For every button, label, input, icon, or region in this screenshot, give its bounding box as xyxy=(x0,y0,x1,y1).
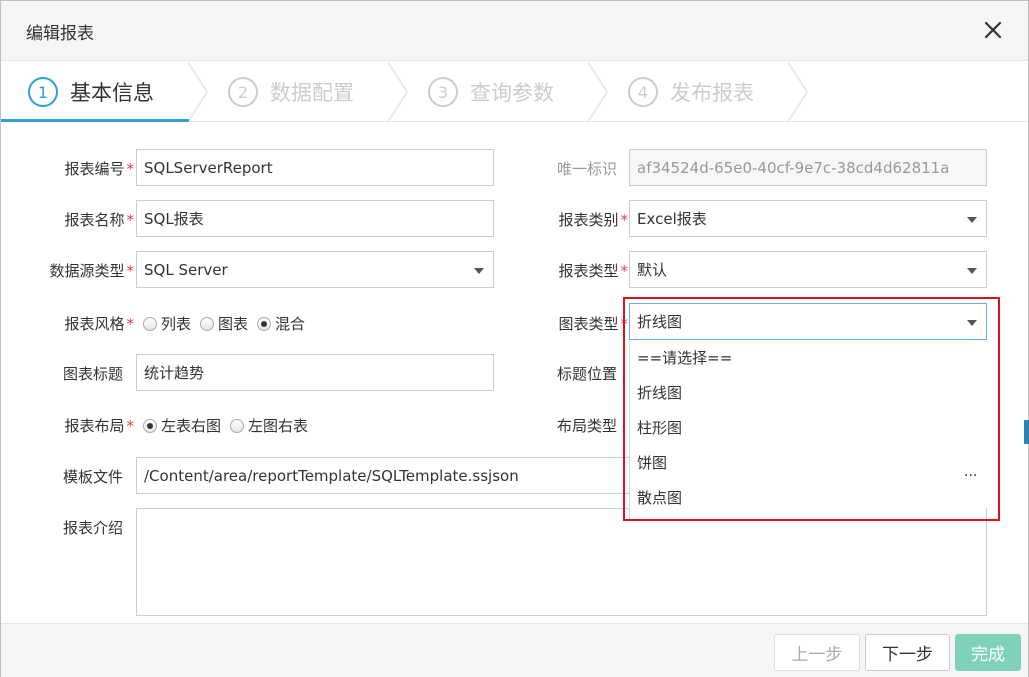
step-label: 基本信息 xyxy=(70,81,154,105)
dialog-title: 编辑报表 xyxy=(26,24,94,44)
report-name-label: 报表名称 * xyxy=(64,211,134,229)
step-label: 发布报表 xyxy=(670,81,754,105)
radio-mixed[interactable]: 混合 xyxy=(257,313,305,334)
dropdown-option[interactable]: ==请选择== xyxy=(630,341,986,376)
report-category-select[interactable]: Excel报表 xyxy=(629,200,987,237)
step-number: 1 xyxy=(28,77,58,107)
next-step-button[interactable]: 下一步 xyxy=(865,634,950,671)
datasource-type-select[interactable]: SQL Server xyxy=(136,251,494,288)
chevron-right-icon xyxy=(387,62,408,122)
step-number: 4 xyxy=(628,77,658,107)
description-label: 报表介绍 xyxy=(62,519,123,537)
prev-step-button[interactable]: 上一步 xyxy=(774,634,860,671)
chevron-down-icon xyxy=(474,268,484,274)
step-publish[interactable]: 4 发布报表 xyxy=(628,62,754,122)
unique-id-input: af34524d-65e0-40cf-9e7c-38cd4d62811a xyxy=(629,149,987,186)
report-style-radio-group: 列表 图表 混合 xyxy=(143,313,314,334)
report-name-input[interactable]: SQL报表 xyxy=(136,200,494,237)
chevron-down-icon xyxy=(967,320,977,326)
wizard-steps: 1 基本信息 2 数据配置 3 查询参数 4 发布报表 xyxy=(1,62,1028,122)
chevron-right-icon xyxy=(187,62,208,122)
chevron-right-icon xyxy=(587,62,608,122)
chart-type-select[interactable]: 折线图 xyxy=(629,303,987,340)
chevron-down-icon xyxy=(967,268,977,274)
template-file-input[interactable]: /Content/area/reportTemplate/SQLTemplate… xyxy=(136,457,629,494)
radio-chart-left-table-right[interactable]: 左图右表 xyxy=(230,415,308,436)
dialog-header: 编辑报表 xyxy=(1,1,1028,61)
dialog-footer: 上一步 下一步 完成 xyxy=(1,623,1028,677)
step-number: 2 xyxy=(228,77,258,107)
step-query-params[interactable]: 3 查询参数 xyxy=(428,62,554,122)
close-icon[interactable] xyxy=(980,15,1006,45)
step-label: 查询参数 xyxy=(470,81,554,105)
radio-button xyxy=(230,418,245,433)
step-number: 3 xyxy=(428,77,458,107)
radio-button-selected xyxy=(143,418,157,433)
radio-button xyxy=(143,316,157,331)
radio-button xyxy=(200,316,215,331)
background-edge xyxy=(1024,420,1029,444)
edit-report-dialog: 编辑报表 1 基本信息 2 数据配置 3 查询参数 4 发布报表 报表编号 * S… xyxy=(0,0,1029,677)
radio-chart[interactable]: 图表 xyxy=(200,313,248,334)
report-type-label: 报表类型 * xyxy=(558,262,628,280)
dropdown-option[interactable]: 折线图 xyxy=(630,376,986,411)
radio-list[interactable]: 列表 xyxy=(143,313,191,334)
chart-title-label: 图表标题 xyxy=(62,365,123,383)
report-category-label: 报表类别 * xyxy=(558,211,628,229)
layout-type-label: 布局类型 xyxy=(556,417,617,435)
report-layout-label: 报表布局 * xyxy=(64,417,134,435)
chart-type-label: 图表类型 * xyxy=(558,315,628,333)
radio-table-left-chart-right[interactable]: 左表右图 xyxy=(143,415,221,436)
report-style-label: 报表风格 * xyxy=(64,315,134,333)
chart-type-dropdown-list: ==请选择== 折线图 柱形图 饼图 散点图 xyxy=(629,341,986,519)
dropdown-option[interactable]: 饼图 xyxy=(630,446,986,481)
report-code-input[interactable]: SQLServerReport xyxy=(136,149,494,186)
datasource-type-label: 数据源类型 * xyxy=(49,262,134,280)
report-code-label: 报表编号 * xyxy=(64,160,134,178)
template-file-label: 模板文件 xyxy=(62,468,123,486)
finish-button[interactable]: 完成 xyxy=(955,634,1021,671)
chevron-right-icon xyxy=(787,62,808,122)
report-type-select[interactable]: 默认 xyxy=(629,251,987,288)
active-step-indicator xyxy=(1,119,189,122)
chevron-down-icon xyxy=(967,217,977,223)
description-textarea[interactable] xyxy=(136,508,987,616)
dropdown-option[interactable]: 散点图 xyxy=(630,481,986,516)
chart-title-input[interactable]: 统计趋势 xyxy=(136,354,494,391)
title-position-label: 标题位置 xyxy=(556,365,617,383)
step-basic-info[interactable]: 1 基本信息 xyxy=(28,62,154,122)
radio-button-selected xyxy=(257,316,272,331)
step-label: 数据配置 xyxy=(270,81,354,105)
dropdown-option[interactable]: 柱形图 xyxy=(630,411,986,446)
template-browse-button[interactable]: ... xyxy=(964,464,977,480)
report-layout-radio-group: 左表右图 左图右表 xyxy=(143,415,317,436)
unique-id-label: 唯一标识 xyxy=(556,160,617,178)
step-data-config[interactable]: 2 数据配置 xyxy=(228,62,354,122)
